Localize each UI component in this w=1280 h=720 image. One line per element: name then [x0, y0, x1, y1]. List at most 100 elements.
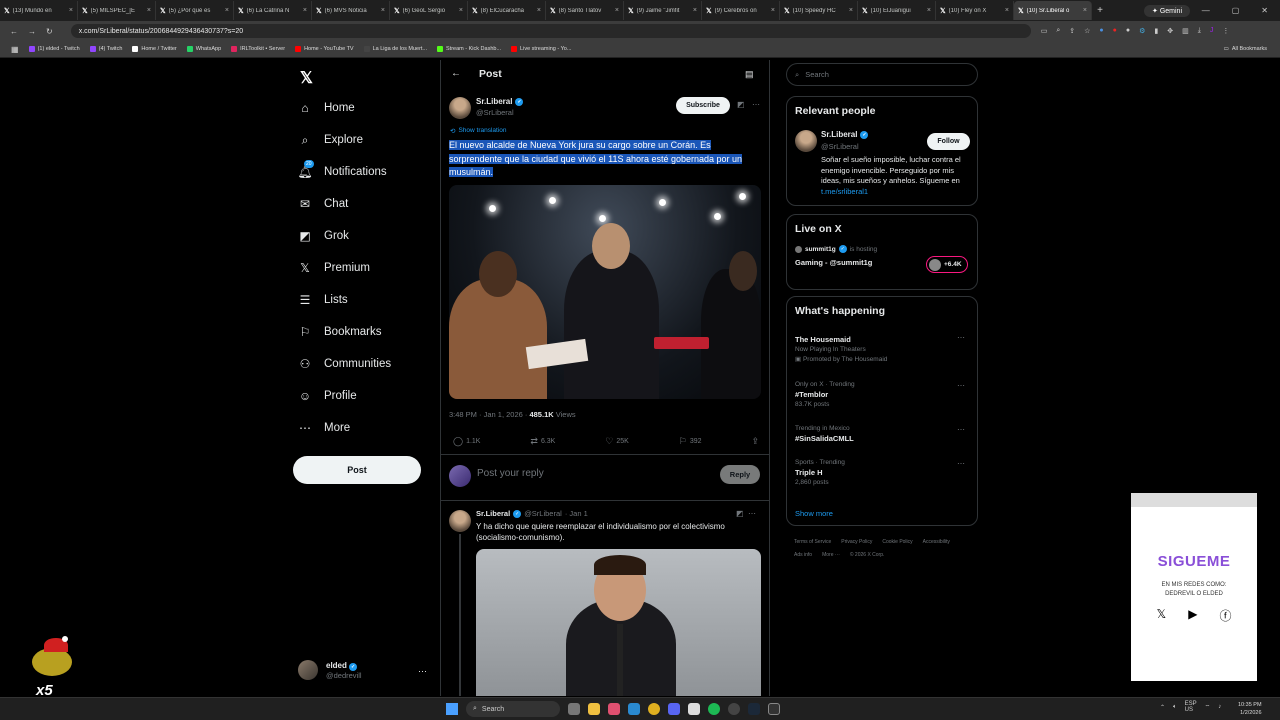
grok-icon[interactable]: ◩: [737, 100, 745, 109]
sidebar-icon[interactable]: ▥: [1182, 27, 1189, 35]
reply-action[interactable]: ◯ 1.1K: [453, 436, 480, 447]
bookmark-item[interactable]: La Liga de los Muert...: [359, 46, 432, 52]
volume-icon[interactable]: 🔈︎: [1173, 704, 1177, 711]
footer-link[interactable]: Cookie Policy: [882, 536, 912, 549]
reply-author-name[interactable]: Sr.Liberal: [476, 509, 510, 518]
terminal-icon[interactable]: [768, 703, 780, 715]
browser-tab[interactable]: 𝕏 (13) Mundo en ×: [0, 1, 78, 20]
trend-item[interactable]: Sports · Trending Triple H 2,860 posts ⋯: [795, 459, 971, 486]
extension-icon[interactable]: ●: [1113, 27, 1117, 35]
reply-date[interactable]: · Jan 1: [565, 509, 588, 518]
reply-author-handle[interactable]: @SrLiberal: [524, 509, 562, 518]
close-icon[interactable]: ×: [771, 7, 775, 14]
spotify-icon[interactable]: [708, 703, 720, 715]
close-icon[interactable]: ×: [1083, 7, 1087, 14]
like-action[interactable]: ♡ 25K: [605, 436, 629, 447]
footer-link[interactable]: Accessibility: [923, 536, 950, 549]
speaker-icon[interactable]: ♪: [1218, 704, 1221, 710]
extension-icon[interactable]: ⚙: [1139, 27, 1145, 35]
bookmark-item[interactable]: Stream - Kick Dashb...: [432, 46, 506, 52]
extension-icon[interactable]: ●: [1126, 27, 1130, 35]
chevron-up-icon[interactable]: ⌃: [1160, 704, 1165, 711]
more-icon[interactable]: ⋯: [957, 333, 965, 342]
close-icon[interactable]: ×: [69, 7, 73, 14]
bookmark-item[interactable]: Live streaming - Yo...: [506, 46, 576, 52]
search-input[interactable]: ⌕ Search: [786, 63, 978, 86]
close-icon[interactable]: ×: [615, 7, 619, 14]
bookmark-item[interactable]: (4) Twitch: [85, 46, 128, 52]
download-icon[interactable]: ⤓: [1198, 27, 1201, 35]
reply-button[interactable]: Reply: [720, 465, 760, 484]
live-listeners-badge[interactable]: +6.4K: [926, 256, 968, 273]
bio-link[interactable]: t.me/srliberal1: [821, 187, 868, 196]
share-action[interactable]: ⇪: [751, 436, 759, 447]
back-arrow-icon[interactable]: ←: [451, 68, 461, 79]
post-image[interactable]: [449, 185, 761, 399]
sidebar-item-notifications[interactable]: 🔔︎ 20 Notifications: [297, 160, 387, 182]
more-icon[interactable]: ⋯: [752, 100, 760, 109]
bookmark-item[interactable]: Home / Twitter: [127, 46, 181, 52]
relevant-person-handle[interactable]: @SrLiberal: [821, 142, 859, 151]
trend-item[interactable]: Trending in Mexico #SinSalidaCMLL ⋯: [795, 425, 971, 443]
show-more-link[interactable]: Show more: [795, 509, 833, 518]
extension-icon[interactable]: ▮: [1154, 27, 1158, 35]
sidebar-item-home[interactable]: ⌂ Home: [298, 98, 354, 118]
bookmark-item[interactable]: Home - YouTube TV: [290, 46, 359, 52]
x-logo-icon[interactable]: 𝕏: [300, 68, 313, 88]
close-icon[interactable]: ×: [927, 7, 931, 14]
close-icon[interactable]: ×: [147, 7, 151, 14]
browser-tab[interactable]: 𝕏 (8) ElCucaracha ×: [468, 1, 546, 20]
app-icon[interactable]: [568, 703, 580, 715]
browser-tab[interactable]: 𝕏 (9) Jaime "Jimfit ×: [624, 1, 702, 20]
browser-tab[interactable]: 𝕏 (10) Sr.Liberal o ×: [1014, 1, 1092, 20]
maximize-icon[interactable]: ▢: [1232, 6, 1240, 15]
repost-action[interactable]: ⇄ 6.3K: [530, 436, 555, 447]
profile-avatar-icon[interactable]: J: [1210, 27, 1214, 35]
browser-tab[interactable]: 𝕏 (10) ElJuanigui ×: [858, 1, 936, 20]
apps-grid-icon[interactable]: ▦: [6, 45, 24, 54]
trend-item[interactable]: Only on X · Trending #Temblor 83.7K posts ⋯: [795, 381, 971, 408]
browser-tab[interactable]: 𝕏 (10) Fley on X ×: [936, 1, 1014, 20]
chrome-icon[interactable]: [648, 703, 660, 715]
close-icon[interactable]: ×: [459, 7, 463, 14]
wifi-icon[interactable]: ⌔: [1205, 703, 1211, 711]
cast-icon[interactable]: ▭: [1041, 27, 1048, 35]
taskbar-clock[interactable]: 10:35 PM 1/2/2026: [1238, 701, 1262, 717]
browser-tab[interactable]: 𝕏 (5) MILSPEC_[E ×: [78, 1, 156, 20]
more-icon[interactable]: ⋯: [957, 381, 965, 390]
sidebar-item-chat[interactable]: ✉ Chat: [298, 194, 348, 214]
reader-mode-icon[interactable]: ▤: [745, 69, 754, 80]
bookmark-action[interactable]: ⚐ 392: [679, 436, 702, 447]
reload-icon[interactable]: ↻: [46, 27, 53, 36]
close-icon[interactable]: ✕: [1261, 6, 1268, 15]
close-icon[interactable]: ×: [1005, 7, 1009, 14]
subscribe-button[interactable]: Subscribe: [676, 97, 730, 114]
post-button[interactable]: Post: [293, 456, 421, 484]
app-icon[interactable]: [608, 703, 620, 715]
browser-tab[interactable]: 𝕏 (10) Speedy HC ×: [780, 1, 858, 20]
post-author-name[interactable]: Sr.Liberal ✓: [476, 97, 524, 106]
reply-author-avatar[interactable]: [449, 510, 471, 532]
language-indicator[interactable]: ESP US: [1185, 701, 1197, 713]
close-icon[interactable]: ×: [303, 7, 307, 14]
bookmark-item[interactable]: (1) elded - Twitch: [24, 46, 85, 52]
account-switcher[interactable]: elded ✓ @dedrevill: [298, 660, 362, 680]
sidebar-item-premium[interactable]: 𝕏 Premium: [298, 258, 370, 278]
avatar[interactable]: [795, 130, 817, 152]
sidebar-item-grok[interactable]: ◩ Grok: [298, 226, 349, 246]
forward-arrow-icon[interactable]: →: [28, 27, 36, 36]
minimize-icon[interactable]: —: [1202, 6, 1210, 15]
all-bookmarks[interactable]: ▭ All Bookmarks: [1219, 46, 1272, 52]
trend-item[interactable]: The Housemaid Now Playing In Theaters ▣ Pr…: [795, 333, 971, 363]
account-more-icon[interactable]: ⋯: [418, 666, 427, 677]
taskbar-search[interactable]: ⌕ Search: [466, 701, 560, 717]
browser-tab[interactable]: 𝕏 (9) Cerebros on ×: [702, 1, 780, 20]
obs-icon[interactable]: [728, 703, 740, 715]
sidebar-item-lists[interactable]: ☰ Lists: [298, 290, 348, 310]
sidebar-item-more[interactable]: ⋯ More: [298, 418, 350, 438]
footer-link[interactable]: © 2026 X Corp.: [850, 549, 885, 562]
sidebar-item-bookmarks[interactable]: ⚐ Bookmarks: [298, 322, 382, 342]
bookmark-item[interactable]: WhatsApp: [182, 46, 226, 52]
more-icon[interactable]: ⋯: [748, 509, 756, 518]
address-bar[interactable]: x.com/SrLiberal/status/20068449294364307…: [70, 24, 1031, 38]
